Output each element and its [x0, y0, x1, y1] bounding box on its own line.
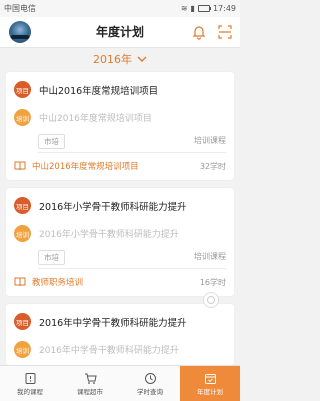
app-header: 年度计划: [0, 17, 240, 48]
clock-time: 17:49: [212, 4, 236, 13]
course-link[interactable]: 中山2016年度常规培训项目 32学时: [14, 160, 226, 172]
tab-course-market[interactable]: 课程超市: [60, 366, 120, 401]
book-icon: [14, 161, 26, 171]
book-icon: [14, 277, 26, 287]
project-name: 2016年中学骨干教师科研能力提升: [39, 317, 187, 329]
course-hours: 16学时: [199, 277, 226, 287]
training-badge: 培训: [14, 225, 31, 242]
course-type: 培训课程: [194, 136, 226, 145]
course-link[interactable]: 教师职务培训 16学时: [14, 276, 226, 288]
course-name: 教师职务培训: [32, 278, 84, 288]
clock-icon: [144, 372, 156, 384]
training-tag: 市培: [38, 134, 65, 149]
calendar-icon: [204, 373, 216, 384]
wifi-icon: ≋: [180, 4, 188, 13]
project-badge: 项目: [14, 81, 31, 98]
tab-hours-query[interactable]: 学时查询: [120, 366, 180, 401]
project-badge: 项目: [14, 197, 31, 214]
status-bar: 中国电信 ≋ ▮ 17:49: [0, 0, 240, 17]
tab-my-courses[interactable]: 我的课程: [0, 366, 60, 401]
cart-icon: [84, 373, 97, 384]
battery-icon: [197, 5, 211, 12]
float-button[interactable]: [203, 292, 219, 308]
tab-bar: 我的课程 课程超市 学时查询 年度计划: [0, 365, 240, 401]
tab-annual-plan[interactable]: 年度计划: [180, 366, 240, 401]
training-name: 2016年小学骨干教师科研能力提升: [39, 230, 179, 240]
signal-icon: ▮: [190, 4, 195, 13]
training-name: 2016年中学骨干教师科研能力提升: [39, 346, 179, 356]
project-name: 中山2016年度常规培训项目: [39, 85, 159, 97]
project-name: 2016年小学骨干教师科研能力提升: [39, 201, 187, 213]
training-badge: 培训: [14, 109, 31, 126]
plan-card[interactable]: 项目 2016年小学骨干教师科研能力提升 培训 2016年小学骨干教师科研能力提…: [6, 188, 234, 296]
course-name: 中山2016年度常规培训项目: [32, 162, 139, 172]
course-type: 培训课程: [194, 252, 226, 261]
chevron-down-icon: [137, 56, 147, 62]
bell-icon[interactable]: [191, 24, 207, 40]
my-course-icon: [25, 372, 35, 384]
year-selector[interactable]: 2016年: [0, 48, 240, 70]
training-name: 中山2016年度常规培训项目: [39, 114, 152, 124]
project-badge: 项目: [14, 313, 31, 330]
carrier-label: 中国电信: [4, 4, 36, 13]
plan-card[interactable]: 项目 2016年中学骨干教师科研能力提升 培训 2016年中学骨干教师科研能力提…: [6, 304, 234, 365]
scan-icon[interactable]: [217, 24, 233, 40]
training-badge: 培训: [14, 341, 31, 358]
course-hours: 32学时: [199, 161, 226, 171]
plan-card[interactable]: 项目 中山2016年度常规培训项目 培训 中山2016年度常规培训项目 市培 培…: [6, 72, 234, 180]
training-tag: 市培: [38, 250, 65, 265]
year-label: 2016年: [93, 53, 132, 66]
